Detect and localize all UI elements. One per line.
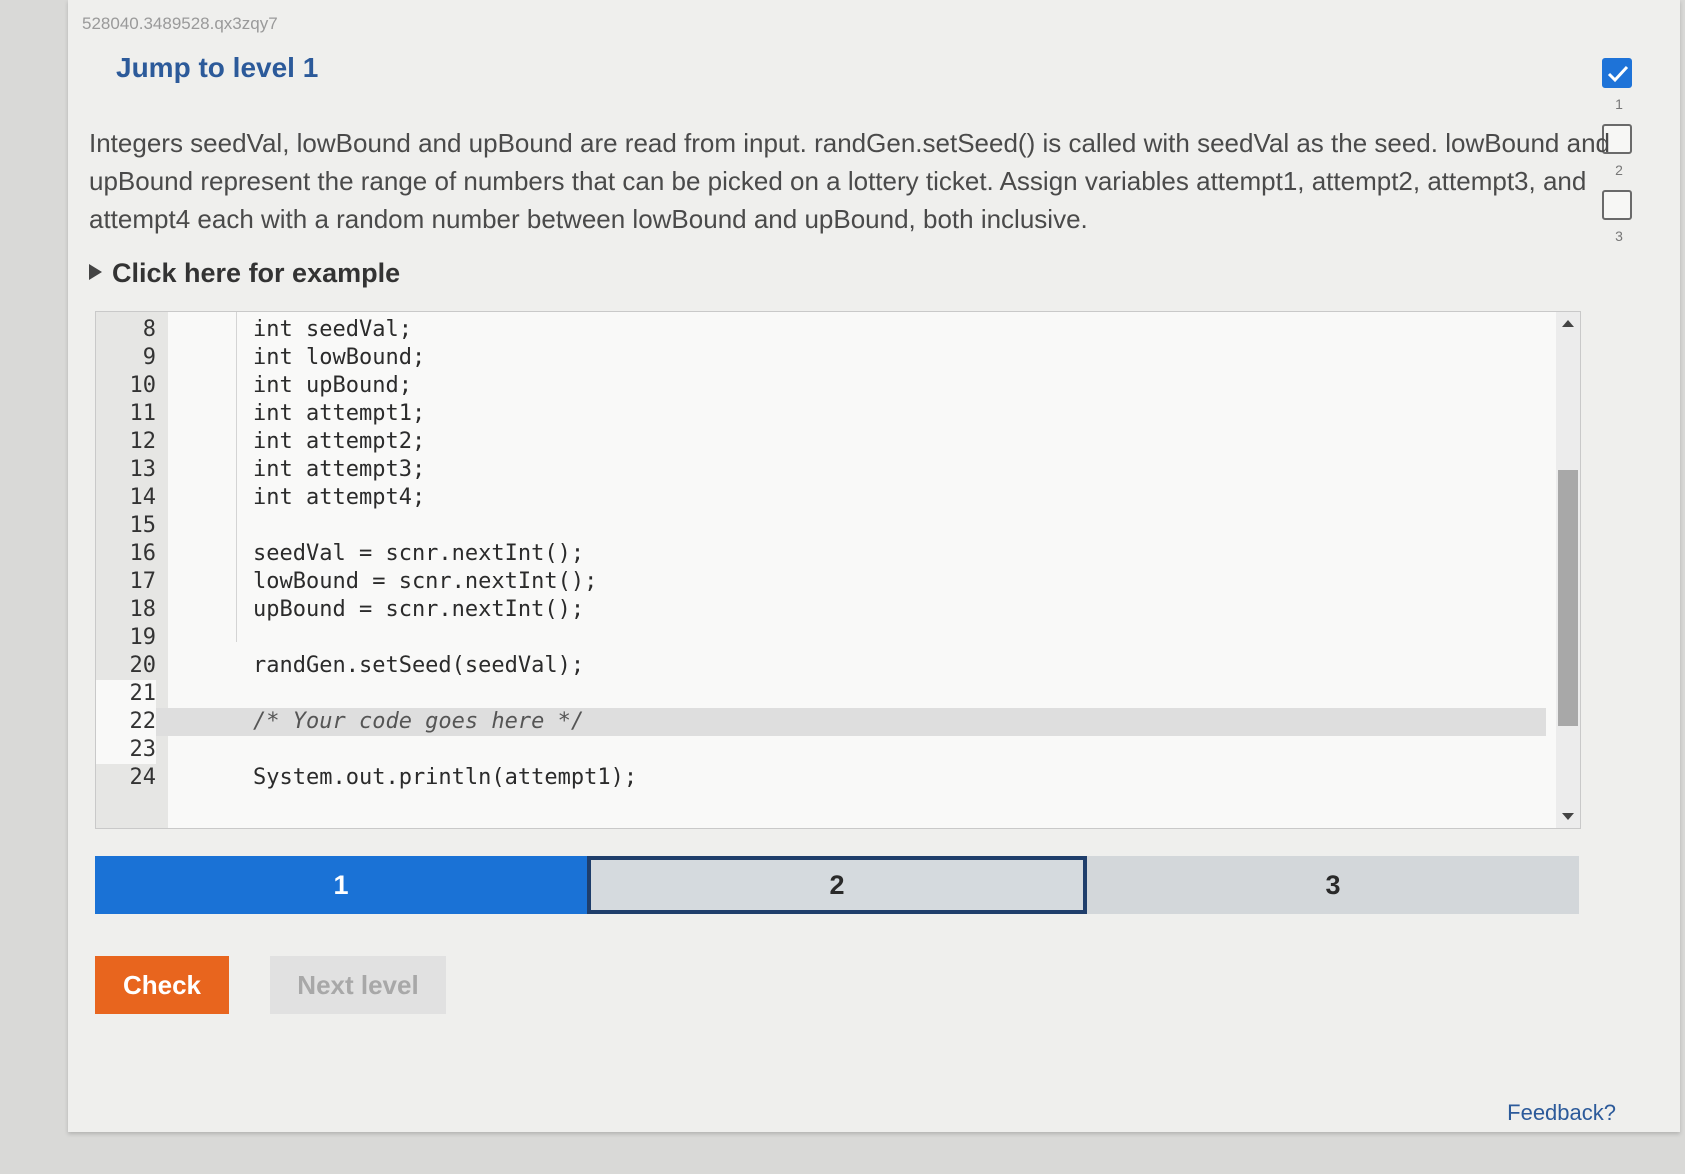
line-number: 9 [142,345,156,370]
level-segment-3[interactable]: 3 [1087,856,1579,914]
level-progress-bar: 1 2 3 [95,856,1579,916]
code-text: seedVal = scnr.nextInt(); [253,541,585,566]
line-number: 22 [96,708,156,736]
code-text: System.out.println(attempt1); [253,765,638,790]
code-text: int attempt4; [253,485,426,510]
activity-card: 528040.3489528.qx3zqy7 Jump to level 1 1… [68,0,1680,1132]
line-number: 16 [129,541,157,566]
scroll-up-arrow-icon[interactable] [1562,320,1574,327]
editor-scrollbar[interactable] [1556,312,1580,828]
code-text: int seedVal; [253,317,412,342]
code-text: int lowBound; [253,345,426,370]
next-level-button[interactable]: Next level [270,956,446,1014]
line-number: 8 [142,317,156,342]
code-text: int attempt2; [253,429,426,454]
code-text: int upBound; [253,373,412,398]
level-segment-2[interactable]: 2 [587,856,1087,914]
line-number: 10 [129,373,157,398]
level-segment-1[interactable]: 1 [95,856,587,914]
code-line: 10 int upBound; [96,372,1546,400]
example-toggle-label: Click here for example [112,258,401,288]
line-number: 15 [129,513,157,538]
triangle-right-icon [89,264,102,280]
code-line: 15 [96,512,1546,540]
code-line[interactable]: 23 [96,736,1546,764]
code-line-active[interactable]: 22 /* Your code goes here */ [96,708,1546,736]
code-editor[interactable]: 8 int seedVal; 9 int lowBound; 10 int up… [95,311,1581,829]
code-text: lowBound = scnr.nextInt(); [253,569,598,594]
scroll-thumb[interactable] [1558,470,1578,726]
line-number: 24 [129,765,157,790]
line-number: 18 [129,597,157,622]
line-number: 23 [96,736,156,764]
code-line: 20 randGen.setSeed(seedVal); [96,652,1546,680]
code-text: upBound = scnr.nextInt(); [253,597,585,622]
line-number: 14 [129,485,157,510]
code-text: randGen.setSeed(seedVal); [253,653,585,678]
code-line[interactable]: 21 [96,680,1546,708]
activity-id: 528040.3489528.qx3zqy7 [82,14,278,33]
code-line: 24 System.out.println(attempt1); [96,764,1546,792]
line-number: 12 [129,429,157,454]
level-1-checkbox[interactable] [1602,58,1632,88]
line-number: 13 [129,457,157,482]
code-line: 13 int attempt3; [96,456,1546,484]
code-line: 11 int attempt1; [96,400,1546,428]
code-line: 8 int seedVal; [96,316,1546,344]
code-line: 17 lowBound = scnr.nextInt(); [96,568,1546,596]
line-number: 19 [129,625,157,650]
code-comment[interactable]: /* Your code goes here */ [253,708,584,736]
level-1-label: 1 [1615,96,1623,112]
code-line: 14 int attempt4; [96,484,1546,512]
example-toggle[interactable]: Click here for example [89,258,400,289]
checkmark-icon [1607,65,1629,83]
code-line: 12 int attempt2; [96,428,1546,456]
page-title: Jump to level 1 [116,52,319,83]
code-line: 19 [96,624,1546,652]
line-number: 11 [129,401,157,426]
code-line: 18 upBound = scnr.nextInt(); [96,596,1546,624]
code-text: int attempt1; [253,401,426,426]
code-line: 16 seedVal = scnr.nextInt(); [96,540,1546,568]
code-line: 9 int lowBound; [96,344,1546,372]
line-number: 20 [129,653,157,678]
feedback-link[interactable]: Feedback? [1507,1100,1616,1126]
scroll-down-arrow-icon[interactable] [1562,813,1574,820]
code-text: int attempt3; [253,457,426,482]
check-button[interactable]: Check [95,956,229,1014]
line-number: 21 [96,680,156,708]
line-number: 17 [129,569,157,594]
instructions-text: Integers seedVal, lowBound and upBound a… [89,128,1610,234]
